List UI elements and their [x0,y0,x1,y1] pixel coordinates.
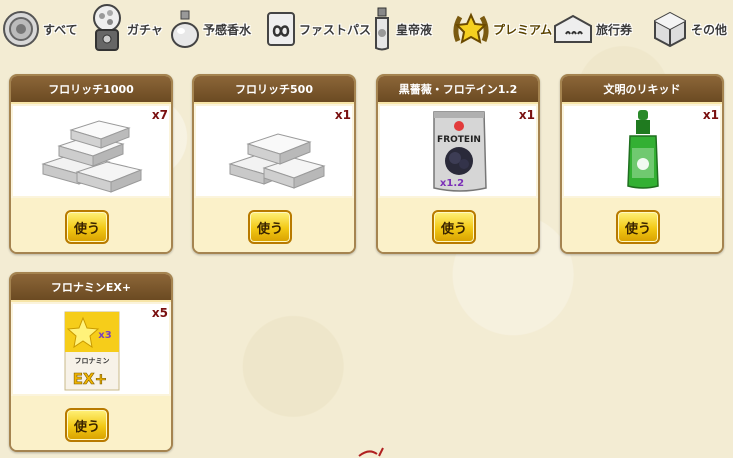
item-name: フロリッチ1000 [11,76,171,104]
protein-bag-icon: FROTEIN x1.2 [433,111,487,192]
tab-label: すべて [43,22,78,37]
tab-other[interactable]: その他 [652,0,727,58]
perfume-bottle-icon [171,10,199,48]
tab-label: 皇帝液 [396,22,433,37]
item-card: フロナミンEX+ x3 フロナミン EX+ x5 使う [9,272,173,452]
item-card: フロリッチ1000 x7 使う [9,74,173,254]
fastpass-icon [267,12,295,46]
use-button[interactable]: 使う [65,210,109,244]
dropper-bottle-icon [627,110,659,189]
tab-label: ファストパス [299,22,372,37]
tab-label: その他 [691,22,728,37]
other-cube-icon [654,11,686,48]
emperor-liquid-bottle-icon [375,7,389,51]
item-name: 文明のリキッド [562,76,722,104]
item-card: フロリッチ500 x1 使う [192,74,356,254]
tab-label: 予感香水 [203,22,252,37]
tab-premium[interactable]: プレミアム [452,0,552,58]
tab-emperor-liquid[interactable]: 皇帝液 [371,0,432,58]
item-card: 黒薔薇・フロテイン1.2 FROTEIN x1.2 x1 使う [376,74,540,254]
tab-travel-ticket[interactable]: 旅行券 [553,0,632,58]
premium-star-laurel-icon [453,12,489,44]
use-button[interactable]: 使う [616,210,660,244]
protein-multiplier-text: x1.2 [440,178,464,189]
item-name: 黒薔薇・フロテイン1.2 [378,76,538,104]
energy-drink-multiplier-text: x3 [98,330,111,341]
tab-label: プレミアム [493,22,553,37]
tab-label: 旅行券 [596,22,633,37]
tab-perfume[interactable]: 予感香水 [170,0,251,58]
tab-fastpass[interactable]: ファストパス [266,0,371,58]
item-image-area [196,106,352,196]
silver-bars-icon [228,133,326,189]
use-button[interactable]: 使う [432,210,476,244]
item-name: フロリッチ500 [194,76,354,104]
use-button[interactable]: 使う [65,408,109,442]
item-quantity: x1 [702,108,719,122]
item-quantity: x1 [518,108,535,122]
tab-label: ガチャ [127,22,163,37]
item-quantity: x1 [334,108,351,122]
item-card: 文明のリキッド x1 使う [560,74,724,254]
energy-drink-brand-text: フロナミン [75,357,110,365]
item-image-area [13,106,169,196]
use-button[interactable]: 使う [248,210,292,244]
item-name: フロナミンEX+ [11,274,171,302]
item-quantity: x7 [151,108,168,122]
tab-gacha[interactable]: ガチャ [90,0,163,58]
category-tab-bar: すべて ガチャ 予感香水 ファストパス 皇帝液 プレミアム 旅行券 その他 [0,0,733,62]
tab-all[interactable]: すべて [2,0,78,58]
item-quantity: x5 [151,306,168,320]
gacha-machine-icon [93,4,121,51]
protein-brand-text: FROTEIN [437,135,481,145]
item-image-area: FROTEIN x1.2 [380,106,536,196]
item-image-area: x3 フロナミン EX+ [13,304,169,394]
energy-drink-box-icon: x3 フロナミン EX+ [64,311,120,391]
decorative-flourish-icon [358,447,384,457]
energy-drink-ex-text: EX+ [73,370,107,388]
travel-ticket-icon [554,14,592,43]
item-image-area [564,106,720,196]
circle-all-icon [3,11,39,47]
silver-bars-icon [41,120,143,193]
